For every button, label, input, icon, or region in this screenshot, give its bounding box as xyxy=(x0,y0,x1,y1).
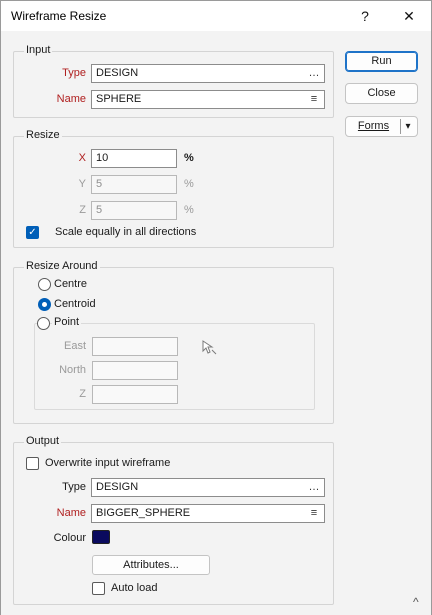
east-label: East xyxy=(63,340,86,352)
radio-point[interactable] xyxy=(37,317,50,330)
overwrite-label[interactable]: Overwrite input wireframe xyxy=(45,457,170,469)
close-icon[interactable]: ✕ xyxy=(395,4,423,28)
help-icon[interactable]: ? xyxy=(351,4,379,28)
output-name-value: BIGGER_SPHERE xyxy=(96,507,191,519)
resize-y-value: 5 xyxy=(96,178,103,190)
run-button[interactable]: Run xyxy=(345,51,418,72)
forms-divider xyxy=(400,119,401,134)
scale-equally-label[interactable]: Scale equally in all directions xyxy=(55,226,196,238)
colour-swatch[interactable] xyxy=(92,530,110,544)
resize-z-unit: % xyxy=(184,204,194,216)
radio-centre-label[interactable]: Centre xyxy=(54,278,87,290)
list-icon[interactable]: ≡ xyxy=(307,506,321,521)
radio-point-label[interactable]: Point xyxy=(52,316,82,328)
resize-group-title: Resize xyxy=(24,129,62,141)
resize-x-value: 10 xyxy=(96,152,109,164)
pick-point-icon[interactable] xyxy=(201,339,217,355)
input-group: Input Type DESIGN … Name SPHERE ≡ xyxy=(13,44,334,118)
point-subgroup: Point East North Z xyxy=(34,316,315,410)
close-button[interactable]: Close xyxy=(345,83,418,104)
input-name-field[interactable]: SPHERE ≡ xyxy=(91,90,325,109)
auto-load-checkbox[interactable] xyxy=(92,582,105,595)
resize-x-unit: % xyxy=(184,152,194,164)
radio-centroid[interactable] xyxy=(38,298,51,311)
output-name-label: Name xyxy=(56,507,86,519)
input-type-value: DESIGN xyxy=(96,67,139,79)
point-z-field[interactable] xyxy=(92,385,178,404)
output-type-field[interactable]: DESIGN … xyxy=(91,478,325,497)
browse-icon[interactable]: … xyxy=(307,480,321,495)
dialog-content: Input Type DESIGN … Name SPHERE ≡ Run Cl… xyxy=(1,31,431,615)
input-name-value: SPHERE xyxy=(96,93,142,105)
scale-equally-checkbox[interactable]: ✓ xyxy=(26,226,39,239)
input-type-field[interactable]: DESIGN … xyxy=(91,64,325,83)
forms-button[interactable]: Forms ▾ xyxy=(345,116,418,137)
chevron-down-icon[interactable]: ▾ xyxy=(402,117,414,136)
output-type-label: Type xyxy=(62,481,86,493)
output-name-field[interactable]: BIGGER_SPHERE ≡ xyxy=(91,504,325,523)
resize-around-group: Resize Around Centre Centroid Point East… xyxy=(13,260,334,424)
title-bar: Wireframe Resize ? ✕ xyxy=(1,1,431,31)
output-type-value: DESIGN xyxy=(96,481,139,493)
north-label: North xyxy=(59,364,86,376)
collapse-chevron-icon[interactable]: ^ xyxy=(413,595,419,609)
attributes-button[interactable]: Attributes... xyxy=(92,555,210,575)
resize-around-group-title: Resize Around xyxy=(24,260,100,272)
window-title: Wireframe Resize xyxy=(11,9,107,23)
list-icon[interactable]: ≡ xyxy=(307,92,321,107)
forms-label: Forms xyxy=(357,120,390,132)
dialog-window: Wireframe Resize ? ✕ Input Type DESIGN …… xyxy=(0,0,432,615)
resize-y-label: Y xyxy=(78,178,86,190)
auto-load-label[interactable]: Auto load xyxy=(111,582,157,594)
input-name-label: Name xyxy=(56,93,86,105)
resize-y-field[interactable]: 5 xyxy=(91,175,177,194)
resize-z-field[interactable]: 5 xyxy=(91,201,177,220)
colour-label: Colour xyxy=(53,532,86,544)
radio-centre[interactable] xyxy=(38,278,51,291)
output-group-title: Output xyxy=(24,435,62,447)
point-z-label: Z xyxy=(79,388,86,400)
north-field[interactable] xyxy=(92,361,178,380)
browse-icon[interactable]: … xyxy=(307,66,321,81)
radio-centroid-label[interactable]: Centroid xyxy=(54,298,96,310)
output-group: Output Overwrite input wireframe Type DE… xyxy=(13,435,334,605)
resize-group: Resize X 10 % Y 5 % Z 5 % ✓ Scale equall… xyxy=(13,129,334,248)
east-field[interactable] xyxy=(92,337,178,356)
resize-y-unit: % xyxy=(184,178,194,190)
input-group-title: Input xyxy=(24,44,53,56)
overwrite-checkbox[interactable] xyxy=(26,457,39,470)
resize-x-field[interactable]: 10 xyxy=(91,149,177,168)
resize-z-value: 5 xyxy=(96,204,103,216)
resize-z-label: Z xyxy=(79,204,86,216)
resize-x-label: X xyxy=(78,152,86,164)
input-type-label: Type xyxy=(62,67,86,79)
